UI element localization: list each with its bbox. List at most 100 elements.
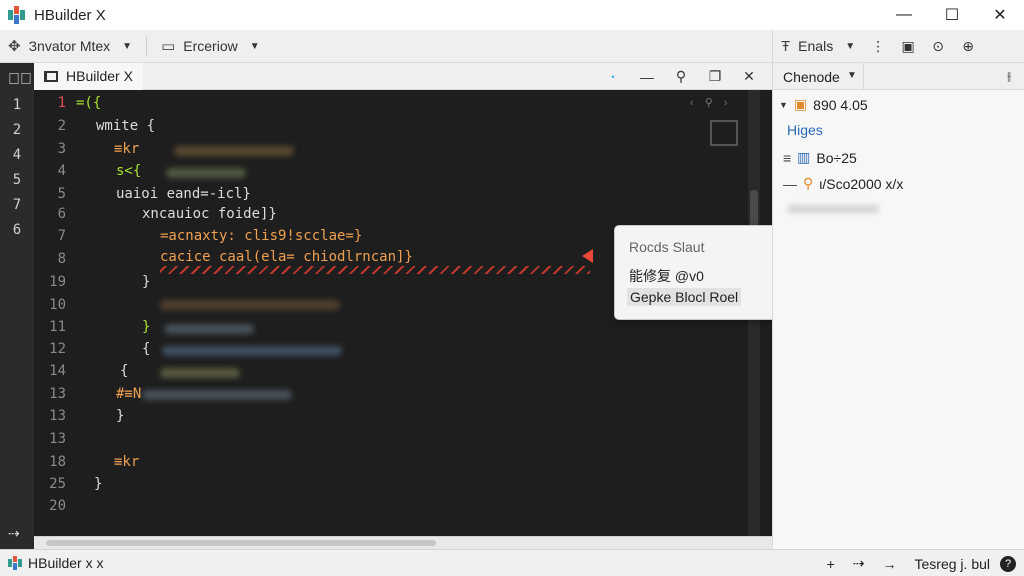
format-icon: Ŧ (781, 37, 791, 55)
find-icon[interactable]: ‹ ⚲ › (690, 96, 732, 109)
right-toolbar-menu[interactable]: Ŧ Enals ▼ (773, 30, 863, 62)
dot-icon: • (611, 71, 615, 82)
chevron-down-icon: ▼ (779, 99, 788, 110)
tab-controls: • — ⚲ ❐ ✕ (596, 63, 766, 90)
blurred-code (164, 324, 254, 334)
document-icon (44, 70, 58, 82)
line-number: 19 (49, 274, 66, 290)
status-app-label: HBuilder x x (28, 555, 104, 571)
minimap-icon[interactable] (710, 120, 738, 146)
arrow-right-icon[interactable]: → (883, 556, 897, 572)
code-line: uaioi eand=-icl} (116, 186, 251, 202)
line-number: 25 (49, 476, 66, 492)
status-bar: HBuilder x x + ⇢ → Tesreg j. bul ? (0, 549, 1024, 576)
editor-tab[interactable]: HBuilder X (34, 62, 143, 90)
code-line: } (116, 408, 125, 424)
outline-item[interactable]: ≡ ▥ Bo÷25 (783, 149, 857, 166)
explorer-icon[interactable]: ⇂⃞ (8, 71, 32, 89)
blurred-code (162, 346, 342, 356)
minimize-panel-icon[interactable]: — (630, 69, 664, 85)
pin-icon[interactable]: ⚲ (664, 68, 698, 85)
line-number: 20 (49, 498, 66, 514)
outline-item[interactable]: ▼ ▣ 890 4.05 (779, 96, 868, 113)
right-toolbar-menu-label: Enals (798, 38, 834, 54)
status-label: Tesreg j. bul (914, 555, 990, 572)
line-number: 6 (57, 206, 66, 222)
pin-icon[interactable]: ⫲ (1007, 69, 1011, 84)
error-marker-icon[interactable] (582, 249, 593, 263)
code-line: ≡kr (114, 454, 140, 470)
activity-number: 5 (12, 172, 22, 188)
maximize-button[interactable]: ☐ (928, 0, 976, 30)
activity-number: 1 (12, 97, 22, 113)
blurred-code (174, 146, 294, 156)
window-controls: — ☐ ✕ (880, 0, 1024, 30)
arrow-right-icon[interactable]: ⇢ (853, 555, 865, 572)
chevron-down-icon[interactable]: ▼ (847, 70, 857, 81)
main-toolbar: ✥ Зnvator Mtex ▼ ▭ Erceriow ▼ (0, 30, 772, 63)
toolbar-menu-2-label: Erceriow (183, 38, 238, 54)
outline-item-label: Higes (787, 122, 823, 138)
line-number: 11 (49, 319, 66, 335)
outline-header-label[interactable]: Chenode (783, 69, 840, 85)
horizontal-scroll-thumb[interactable] (46, 540, 436, 546)
activity-number: 7 (12, 197, 22, 213)
line-number: 2 (57, 118, 66, 134)
line-number: 12 (49, 341, 66, 357)
editor-horizontal-scrollbar[interactable] (34, 536, 772, 549)
code-line: { (120, 363, 129, 379)
line-number: 10 (49, 297, 66, 313)
close-tab-icon[interactable]: ✕ (732, 68, 766, 85)
activity-number: 2 (12, 122, 22, 138)
toolbar-menu-1[interactable]: ✥ Зnvator Mtex ▼ (0, 30, 140, 62)
blurred-outline-item (787, 205, 879, 213)
outline-item[interactable]: Higes (787, 122, 823, 138)
app-title: HBuilder X (34, 6, 106, 24)
move-icon: ✥ (8, 38, 21, 55)
line-number: 4 (57, 163, 66, 179)
editor-tab-label: HBuilder X (66, 68, 133, 84)
blurred-code (160, 368, 240, 378)
outline-panel: Chenode ▼ ⫲ ▼ ▣ 890 4.05 Higes ≡ ▥ Bo÷25… (772, 63, 1024, 549)
add-icon[interactable]: + (827, 556, 835, 572)
outline-item-label: Bo÷25 (816, 149, 857, 166)
list-icon: ≡ (783, 149, 792, 166)
outline-item-label: 890 4.05 (813, 96, 868, 113)
activity-number: 6 (12, 222, 22, 238)
minimize-button[interactable]: — (880, 0, 928, 30)
arrow-right-icon[interactable]: ⇢ (8, 525, 20, 542)
line-number: 1 (57, 95, 66, 111)
code-line: #≡N (116, 386, 142, 402)
outline-item[interactable]: — ⚲ ι/Sco2000 x/x (783, 175, 903, 192)
app-logo-icon (8, 556, 22, 570)
right-toolbar: Ŧ Enals ▼ ⋮ ▣ ⊙ ⊕ (772, 30, 1024, 63)
close-button[interactable]: ✕ (976, 0, 1024, 30)
code-line: } (94, 476, 103, 492)
table-icon: ▥ (797, 149, 811, 165)
line-number: 14 (49, 363, 66, 379)
check-circle-icon[interactable]: ⊙ (923, 38, 953, 55)
split-view-icon[interactable]: ⊕ (953, 38, 983, 55)
code-line: { (142, 341, 151, 357)
restore-icon[interactable]: ❐ (698, 68, 732, 85)
code-line-error: cacice caal(ela= chiodlrncan]} (160, 249, 413, 265)
chevron-down-icon: ▼ (122, 40, 133, 52)
toolbar-menu-2[interactable]: ▭ Erceriow ▼ (153, 30, 268, 62)
status-app: HBuilder x x (8, 555, 103, 571)
line-number: 5 (57, 186, 66, 202)
title-bar: HBuilder X — ☐ ✕ (0, 0, 1024, 30)
help-icon[interactable]: ? (1000, 555, 1016, 572)
toolbar-divider (146, 36, 148, 56)
tooltip-action-link[interactable]: Gepke Blocl Roel (627, 288, 742, 306)
vertical-scroll-thumb[interactable] (750, 190, 758, 230)
line-number: 8 (57, 251, 66, 267)
app-logo-icon (8, 6, 26, 24)
line-number: 3 (57, 141, 66, 157)
chevron-down-icon: ▼ (845, 40, 856, 52)
outline-item-label: ι/Sco2000 x/x (819, 175, 904, 192)
search-icon: ⚲ (803, 175, 814, 191)
more-vertical-icon[interactable]: ⋮ (863, 38, 893, 55)
line-number: 13 (49, 431, 66, 447)
panel-icon[interactable]: ▣ (893, 38, 923, 55)
activity-number: 4 (12, 147, 22, 163)
